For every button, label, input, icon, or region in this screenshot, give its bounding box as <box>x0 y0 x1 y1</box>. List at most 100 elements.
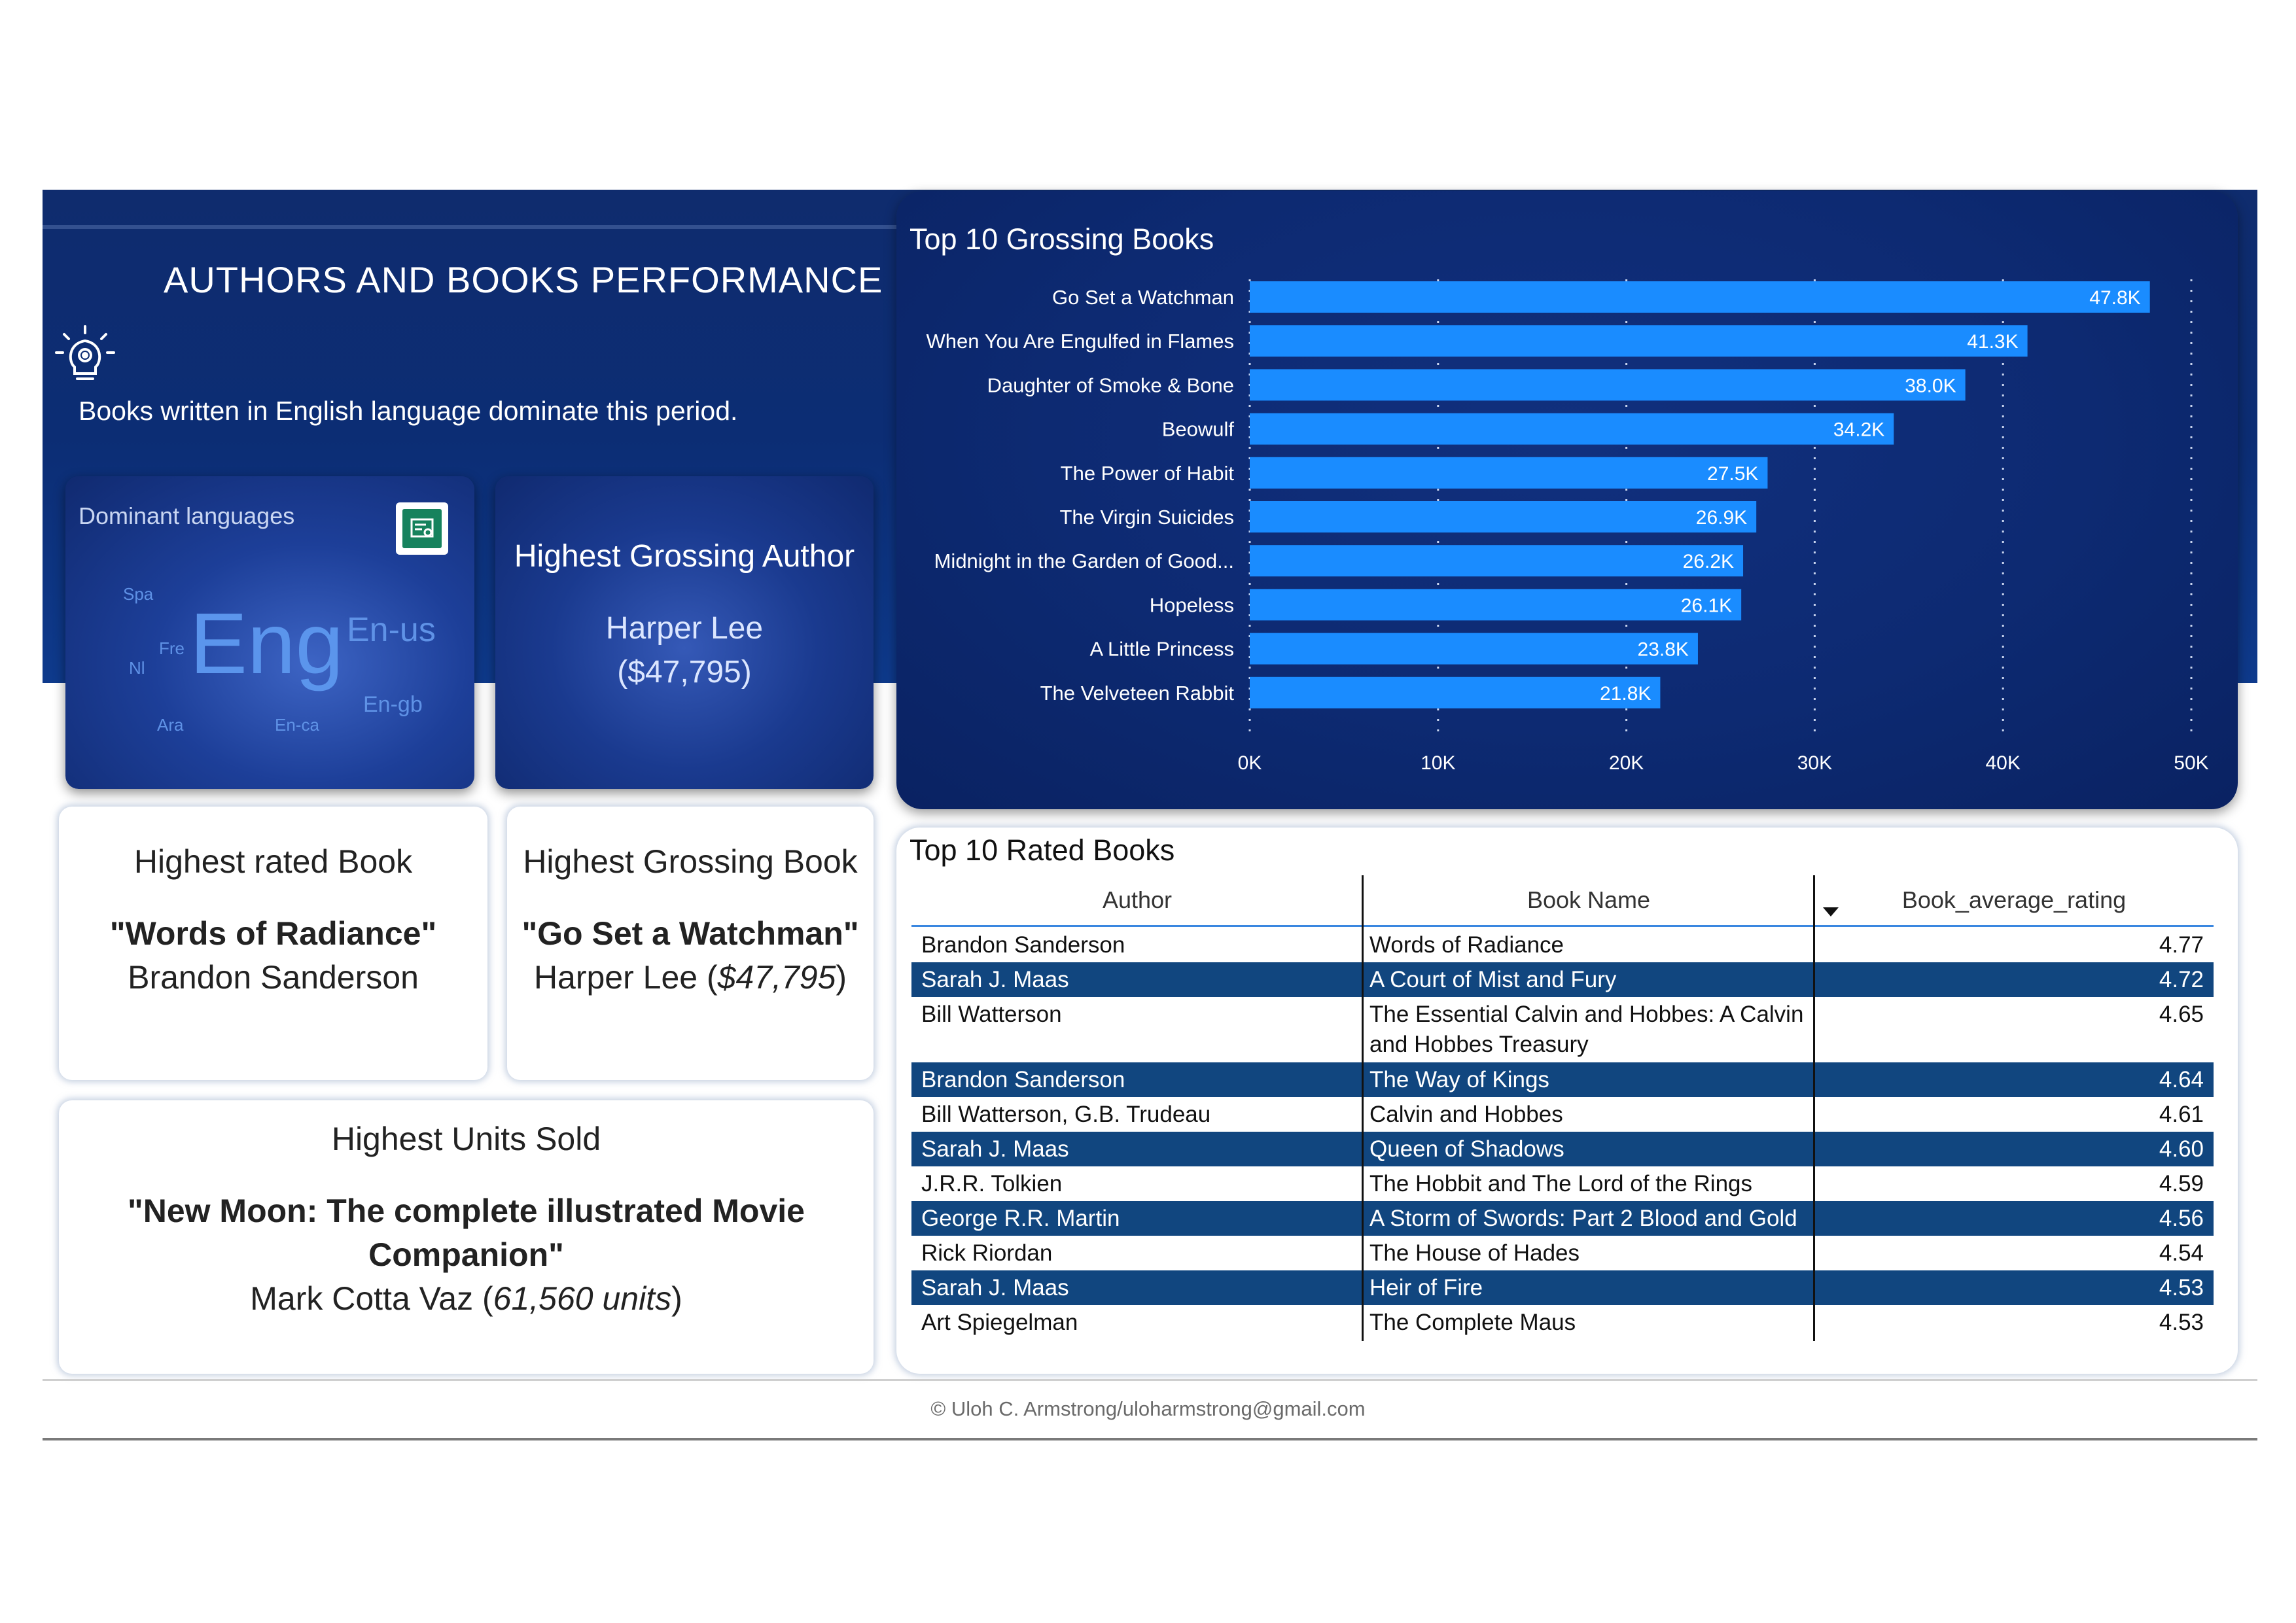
category-label: The Velveteen Rabbit <box>1040 682 1235 705</box>
rating-cell: 4.53 <box>2159 1275 2204 1300</box>
rated-card-book: "Words of Radiance" <box>109 915 437 952</box>
category-label: Daughter of Smoke & Bone <box>987 374 1234 396</box>
data-label: 21.8K <box>1600 683 1651 705</box>
book-name-cell: The Hobbit and The Lord of the Rings <box>1369 1171 1753 1196</box>
bar[interactable] <box>1250 633 1698 665</box>
author-cell: Art Spiegelman <box>921 1310 1078 1335</box>
book-name-cell: The Way of Kings <box>1369 1067 1549 1092</box>
highest-grossing-book-card: Highest Grossing Book "Go Set a Watchman… <box>507 807 874 1080</box>
rating-cell: 4.54 <box>2159 1240 2204 1266</box>
rating-cell: 4.64 <box>2159 1067 2204 1092</box>
table-row[interactable]: Sarah J. Maas A Court of Mist and Fury 4.7… <box>911 962 2214 997</box>
x-tick-label: 0K <box>1238 752 1262 774</box>
lightbulb-icon <box>55 325 115 380</box>
bar[interactable] <box>1250 325 2028 357</box>
grossing-card-close: ) <box>836 959 847 996</box>
column-header-book-name[interactable]: Book Name <box>1363 875 1814 925</box>
bar[interactable] <box>1250 676 1661 708</box>
highest-rated-book-card: Highest rated Book "Words of Radiance" B… <box>59 807 487 1080</box>
author-cell: Sarah J. Maas <box>921 1136 1069 1162</box>
author-cell: Brandon Sanderson <box>921 1067 1125 1092</box>
author-cell: J.R.R. Tolkien <box>921 1171 1063 1196</box>
highest-grossing-author-card: Highest Grossing Author Harper Lee ($47,… <box>495 476 874 789</box>
header-divider <box>911 925 2214 927</box>
grossing-card-author-name: Harper Lee ( <box>533 959 718 996</box>
sort-descending-icon[interactable] <box>1823 907 1839 916</box>
units-card-author-name: Mark Cotta Vaz ( <box>250 1280 493 1317</box>
table-row[interactable]: Sarah J. Maas Queen of Shadows 4.60 <box>911 1132 2214 1166</box>
table-row[interactable]: Art Spiegelman The Complete Maus 4.53 <box>911 1305 2214 1340</box>
bar[interactable] <box>1250 501 1757 532</box>
column-divider <box>1362 875 1364 1341</box>
x-tick-label: 20K <box>1609 752 1644 774</box>
category-label: Hopeless <box>1150 593 1234 616</box>
footer-divider <box>43 1379 2257 1381</box>
footer-rule <box>43 1438 2257 1440</box>
bar[interactable] <box>1250 457 1768 489</box>
author-card-title: Highest Grossing Author <box>514 539 855 574</box>
column-header-author[interactable]: Author <box>911 875 1363 925</box>
category-label: The Power of Habit <box>1061 462 1235 485</box>
category-label: When You Are Engulfed in Flames <box>927 330 1234 353</box>
units-card-title: Highest Units Sold <box>331 1121 601 1157</box>
bar[interactable] <box>1250 281 2150 313</box>
bar[interactable] <box>1250 545 1744 577</box>
table-row[interactable]: J.R.R. Tolkien The Hobbit and The Lord of… <box>911 1166 2214 1201</box>
data-label: 41.3K <box>1967 331 2018 353</box>
book-name-cell: A Storm of Swords: Part 2 Blood and Gold <box>1369 1206 1797 1231</box>
word-en-us: En-us <box>347 611 436 649</box>
units-card-author: Mark Cotta Vaz (61,560 units) <box>59 1280 874 1318</box>
grossing-card-title: Highest Grossing Book <box>523 843 858 880</box>
x-tick-label: 10K <box>1421 752 1455 774</box>
bar[interactable] <box>1250 589 1742 621</box>
author-cell: George R.R. Martin <box>921 1206 1120 1231</box>
units-card-book-line1: "New Moon: The complete illustrated Movi… <box>128 1193 805 1229</box>
table-row[interactable]: Bill Watterson, G.B. Trudeau Calvin and H… <box>911 1097 2214 1132</box>
column-header-rating[interactable]: Book_average_rating <box>1814 875 2214 925</box>
author-card-name: Harper Lee <box>605 611 764 646</box>
book-name-cell: Heir of Fire <box>1369 1275 1483 1300</box>
banner-divider <box>43 225 896 229</box>
certificate-icon <box>402 509 442 548</box>
languages-title: Dominant languages <box>79 502 295 529</box>
table-row[interactable]: Sarah J. Maas Heir of Fire 4.53 <box>911 1270 2214 1305</box>
data-label: 38.0K <box>1905 375 1956 396</box>
footer-credit: © Uloh C. Armstrong/uloharmstrong@gmail.… <box>930 1397 1366 1420</box>
book-name-cell: Calvin and Hobbes <box>1369 1102 1563 1127</box>
languages-visual-button[interactable] <box>396 502 448 555</box>
x-tick-label: 50K <box>2174 752 2208 774</box>
category-label: Beowulf <box>1162 418 1235 441</box>
author-cell: Bill Watterson, G.B. Trudeau <box>921 1102 1211 1127</box>
table-row[interactable]: Brandon Sanderson The Way of Kings 4.64 <box>911 1062 2214 1097</box>
rating-cell: 4.59 <box>2159 1171 2204 1196</box>
book-name-cell: Queen of Shadows <box>1369 1136 1564 1162</box>
table-row[interactable]: George R.R. Martin A Storm of Swords: Par… <box>911 1201 2214 1236</box>
grossing-card-value: $47,795 <box>717 959 836 996</box>
author-cell: Bill Watterson <box>921 1002 1062 1027</box>
data-label: 47.8K <box>2089 287 2140 309</box>
author-cell: Sarah J. Maas <box>921 1275 1069 1300</box>
table-row[interactable]: Brandon Sanderson Words of Radiance 4.77 <box>911 928 2214 962</box>
rating-cell: 4.60 <box>2159 1136 2204 1162</box>
x-tick-label: 40K <box>1986 752 2021 774</box>
units-card-close: ) <box>671 1280 682 1317</box>
grossing-card-author: Harper Lee ($47,795) <box>507 958 874 996</box>
data-label: 34.2K <box>1833 419 1884 441</box>
rating-cell: 4.77 <box>2159 932 2204 958</box>
bar[interactable] <box>1250 369 1966 401</box>
category-label: Midnight in the Garden of Good... <box>934 550 1234 572</box>
word-en-ca: En-ca <box>275 715 319 735</box>
grossing-card-book: "Go Set a Watchman" <box>521 915 859 952</box>
book-name-cell: Words of Radiance <box>1369 932 1564 958</box>
dashboard-canvas: AUTHORS AND BOOKS PERFORMANCE Books writ… <box>0 0 2296 1623</box>
bar[interactable] <box>1250 413 1894 445</box>
data-label: 27.5K <box>1707 463 1758 485</box>
category-label: The Virgin Suicides <box>1059 506 1234 529</box>
x-tick-label: 30K <box>1797 752 1832 774</box>
rating-cell: 4.61 <box>2159 1102 2204 1127</box>
table-row[interactable]: Rick Riordan The House of Hades 4.54 <box>911 1236 2214 1270</box>
rating-cell: 4.72 <box>2159 967 2204 992</box>
rating-cell: 4.65 <box>2159 1002 2204 1027</box>
data-label: 26.9K <box>1696 507 1747 529</box>
table-row[interactable]: Bill Watterson The Essential Calvin and H… <box>911 997 2214 1062</box>
